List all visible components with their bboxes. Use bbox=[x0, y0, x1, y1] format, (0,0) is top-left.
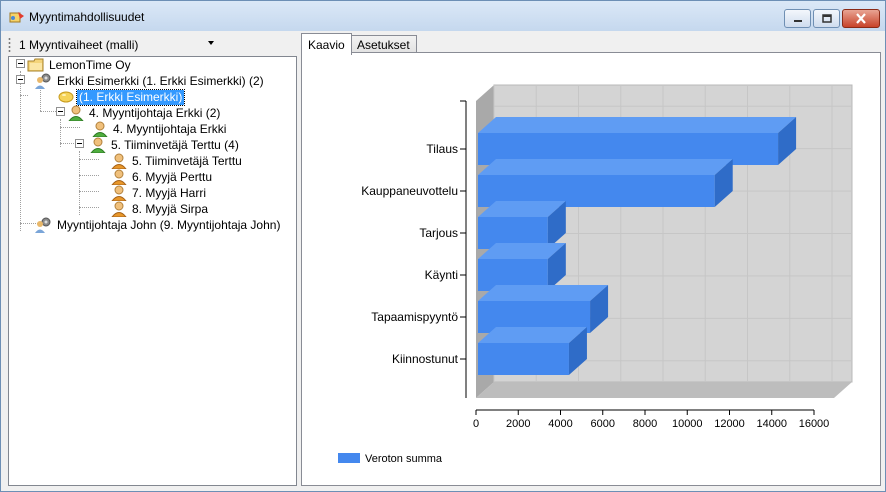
person-icon bbox=[92, 121, 108, 137]
person-icon bbox=[68, 105, 84, 121]
tree-node-label: 7. Myyjä Harri bbox=[132, 185, 207, 200]
opportunity-app-icon bbox=[9, 12, 24, 23]
tree-node-label: (1. Erkki Esimerkki) bbox=[75, 88, 186, 106]
maximize-button[interactable] bbox=[813, 9, 840, 28]
toolbar-grip[interactable] bbox=[8, 37, 11, 52]
person-icon bbox=[111, 169, 127, 185]
tree-node-label: Erkki Esimerkki (1. Erkki Esimerkki) (2) bbox=[57, 73, 264, 88]
view-selector-value: 1 Myyntivaiheet (malli) bbox=[19, 37, 139, 52]
category-label: Tilaus bbox=[426, 142, 458, 156]
maximize-icon bbox=[821, 14, 832, 23]
x-tick-label: 14000 bbox=[756, 418, 787, 430]
tree-node-person[interactable]: 8. Myyjä Sirpa bbox=[110, 201, 210, 217]
chart-area: Tilaus Kauppaneuvottelu Tarjous Käynti Tapaa… bbox=[304, 55, 878, 483]
bar-top-2 bbox=[478, 159, 733, 175]
tree-node-person[interactable]: 7. Myyjä Harri bbox=[110, 185, 208, 201]
minimize-button[interactable] bbox=[784, 9, 811, 28]
tree-node-person[interactable]: 4. Myyntijohtaja Erkki bbox=[91, 121, 228, 137]
tree-node-label: 4. Myyntijohtaja Erkki (2) bbox=[89, 105, 221, 120]
view-selector-dropdown[interactable]: 1 Myyntivaiheet (malli) bbox=[15, 36, 221, 53]
tree-node-group[interactable]: Myyntijohtaja John (9. Myyntijohtaja Joh… bbox=[35, 217, 282, 233]
collapse-toggle[interactable] bbox=[75, 139, 84, 148]
tree-node-label: LemonTime Oy bbox=[49, 57, 131, 72]
left-toolbar: 1 Myyntivaiheet (malli) bbox=[5, 33, 297, 55]
chevron-down-icon[interactable] bbox=[208, 41, 214, 45]
tree-node-label: Myyntijohtaja John (9. Myyntijohtaja Joh… bbox=[57, 217, 281, 232]
group-gear-icon bbox=[35, 73, 51, 89]
client-area: 1 Myyntivaiheet (malli) LemonTime Oy Erk… bbox=[5, 31, 881, 489]
x-tick-label: 10000 bbox=[672, 418, 703, 430]
tree-node-label: 5. Tiiminvetäjä Terttu bbox=[132, 153, 242, 168]
bar-top-5 bbox=[478, 285, 609, 301]
x-tick-label: 12000 bbox=[714, 418, 745, 430]
minimize-icon bbox=[793, 19, 802, 22]
category-label: Kiinnostunut bbox=[392, 352, 459, 366]
window-title: Myyntimahdollisuudet bbox=[29, 10, 145, 24]
tab-label: Asetukset bbox=[357, 38, 410, 52]
legend-label: Veroton summa bbox=[365, 453, 443, 465]
lemon-icon bbox=[58, 91, 74, 103]
close-icon bbox=[856, 13, 866, 24]
category-label: Tapaamispyyntö bbox=[371, 310, 458, 324]
tree-node-person[interactable]: 6. Myyjä Perttu bbox=[110, 169, 214, 185]
person-icon bbox=[111, 185, 127, 201]
bar-top-1 bbox=[478, 117, 797, 133]
chart-floor bbox=[476, 382, 852, 398]
collapse-toggle[interactable] bbox=[56, 107, 65, 116]
main-window: Myyntimahdollisuudet 1 Myyntivaiheet (ma… bbox=[0, 0, 886, 492]
x-tick-label: 0 bbox=[473, 418, 479, 430]
tree-node-person[interactable]: 4. Myyntijohtaja Erkki (2) bbox=[67, 105, 222, 121]
legend-swatch bbox=[338, 453, 360, 463]
person-icon bbox=[90, 137, 106, 153]
person-icon bbox=[111, 153, 127, 169]
tree-node-selected[interactable]: (1. Erkki Esimerkki) bbox=[57, 88, 186, 106]
tree-node-person[interactable]: 5. Tiiminvetäjä Terttu (4) bbox=[89, 137, 241, 153]
organization-tree[interactable]: LemonTime Oy Erkki Esimerkki (1. Erkki E… bbox=[8, 56, 297, 486]
folder-company-icon bbox=[27, 58, 44, 72]
bar-6 bbox=[478, 343, 569, 375]
x-tick-label: 6000 bbox=[591, 418, 615, 430]
category-label: Kauppaneuvottelu bbox=[361, 184, 458, 198]
tab-chart[interactable]: Kaavio bbox=[301, 33, 352, 55]
group-gear-icon bbox=[35, 217, 51, 233]
tree-node-group[interactable]: Erkki Esimerkki (1. Erkki Esimerkki) (2) bbox=[35, 73, 266, 89]
x-tick-label: 8000 bbox=[633, 418, 657, 430]
x-tick-label: 4000 bbox=[548, 418, 572, 430]
tab-label: Kaavio bbox=[308, 37, 345, 52]
tree-node-label: 6. Myyjä Perttu bbox=[132, 169, 213, 184]
title-bar[interactable]: Myyntimahdollisuudet bbox=[1, 1, 885, 31]
collapse-toggle[interactable] bbox=[16, 59, 25, 68]
chart-panel: Tilaus Kauppaneuvottelu Tarjous Käynti Tapaa… bbox=[301, 52, 881, 486]
tree-node-company[interactable]: LemonTime Oy bbox=[27, 57, 133, 73]
collapse-toggle[interactable] bbox=[16, 75, 25, 84]
tree-node-label: 4. Myyntijohtaja Erkki bbox=[113, 121, 227, 136]
tree-node-label: 5. Tiiminvetäjä Terttu (4) bbox=[111, 137, 239, 152]
x-tick-label: 2000 bbox=[506, 418, 530, 430]
x-tick-label: 16000 bbox=[799, 418, 830, 430]
category-label: Tarjous bbox=[419, 226, 458, 240]
bar-top-6 bbox=[478, 327, 587, 343]
tree-node-person[interactable]: 5. Tiiminvetäjä Terttu bbox=[110, 153, 244, 169]
category-label: Käynti bbox=[425, 268, 458, 282]
person-icon bbox=[111, 201, 127, 217]
tree-node-label: 8. Myyjä Sirpa bbox=[132, 201, 209, 216]
bar-chart: Tilaus Kauppaneuvottelu Tarjous Käynti Tapaa… bbox=[338, 84, 853, 465]
close-button[interactable] bbox=[842, 9, 880, 28]
